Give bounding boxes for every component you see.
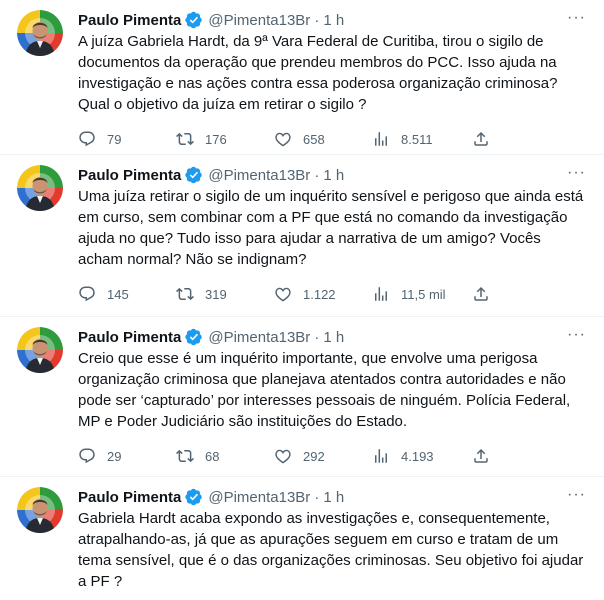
- avatar[interactable]: [17, 327, 63, 373]
- retweet-count: 176: [205, 131, 227, 147]
- more-horizontal-icon[interactable]: ···: [567, 10, 586, 26]
- like-count: 1.122: [303, 286, 336, 302]
- retweet-button[interactable]: 319: [176, 285, 274, 303]
- like-count: 658: [303, 131, 325, 147]
- more-horizontal-icon[interactable]: ···: [567, 487, 586, 503]
- tweet-header: Paulo Pimenta @Pimenta13Br · 1 h: [78, 165, 588, 185]
- heart-icon: [274, 447, 292, 465]
- tweet-text: Uma juíza retirar o sigilo de um inquéri…: [78, 188, 584, 268]
- reply-button[interactable]: 145: [78, 285, 176, 303]
- reply-count: 29: [107, 448, 122, 464]
- tweet-text: A juíza Gabriela Hardt, da 9ª Vara Feder…: [78, 33, 558, 113]
- avatar[interactable]: [17, 487, 63, 533]
- share-button[interactable]: [472, 285, 490, 303]
- views-count: 11,5 mil: [401, 286, 446, 302]
- reply-icon: [78, 285, 96, 303]
- views-button[interactable]: 4.193: [372, 447, 472, 465]
- views-count: 8.511: [401, 131, 433, 147]
- more-horizontal-icon[interactable]: ···: [567, 165, 586, 181]
- verified-badge-icon: [185, 166, 203, 184]
- share-icon: [472, 130, 490, 148]
- separator-dot: ·: [314, 328, 320, 346]
- reply-button[interactable]: 29: [78, 447, 176, 465]
- retweet-count: 319: [205, 286, 227, 302]
- reply-icon: [78, 130, 96, 148]
- verified-badge-icon: [185, 11, 203, 29]
- heart-icon: [274, 130, 292, 148]
- like-button[interactable]: 1.122: [274, 285, 372, 303]
- views-count: 4.193: [401, 448, 434, 464]
- share-button[interactable]: [472, 447, 490, 465]
- verified-badge-icon: [185, 488, 203, 506]
- views-button[interactable]: 8.511: [372, 130, 472, 148]
- tweet[interactable]: ··· Paulo Pimenta @Pimenta13Br · 1 h Uma…: [0, 155, 604, 317]
- timestamp[interactable]: 1 h: [323, 329, 344, 346]
- views-chart-icon: [372, 447, 390, 465]
- like-count: 292: [303, 448, 325, 464]
- tweet[interactable]: ··· Paulo Pimenta @Pimenta13Br · 1 h Gab…: [0, 477, 604, 600]
- tweet-header: Paulo Pimenta @Pimenta13Br · 1 h: [78, 10, 588, 30]
- retweet-count: 68: [205, 448, 220, 464]
- views-chart-icon: [372, 285, 390, 303]
- timestamp[interactable]: 1 h: [323, 12, 344, 29]
- retweet-button[interactable]: 176: [176, 130, 274, 148]
- views-button[interactable]: 11,5 mil: [372, 285, 472, 303]
- avatar[interactable]: [17, 165, 63, 211]
- retweet-icon: [176, 285, 194, 303]
- author-handle[interactable]: @Pimenta13Br: [208, 167, 310, 184]
- tweet-actions: 145 319 1.122 11,5 mil: [78, 274, 588, 314]
- share-icon: [472, 447, 490, 465]
- share-button[interactable]: [472, 130, 490, 148]
- tweet-text: Gabriela Hardt acaba expondo as investig…: [78, 510, 584, 590]
- author-name[interactable]: Paulo Pimenta: [78, 489, 181, 506]
- author-handle[interactable]: @Pimenta13Br: [208, 329, 310, 346]
- reply-icon: [78, 447, 96, 465]
- timestamp[interactable]: 1 h: [323, 489, 344, 506]
- reply-count: 145: [107, 286, 129, 302]
- tweet[interactable]: ··· Paulo Pimenta @Pimenta13Br · 1 h A j…: [0, 0, 604, 155]
- separator-dot: ·: [314, 166, 320, 184]
- tweet-actions: 79 176 658 8.511: [78, 119, 588, 159]
- tweet-actions: 29 68 292 4.193: [78, 436, 588, 476]
- author-name[interactable]: Paulo Pimenta: [78, 167, 181, 184]
- more-horizontal-icon[interactable]: ···: [567, 327, 586, 343]
- tweet[interactable]: ··· Paulo Pimenta @Pimenta13Br · 1 h Cre…: [0, 317, 604, 477]
- separator-dot: ·: [314, 11, 320, 29]
- tweet-header: Paulo Pimenta @Pimenta13Br · 1 h: [78, 487, 588, 507]
- reply-button[interactable]: 79: [78, 130, 176, 148]
- like-button[interactable]: 658: [274, 130, 372, 148]
- retweet-button[interactable]: 68: [176, 447, 274, 465]
- verified-badge-icon: [185, 328, 203, 346]
- timeline: ··· Paulo Pimenta @Pimenta13Br · 1 h A j…: [0, 0, 604, 600]
- heart-icon: [274, 285, 292, 303]
- separator-dot: ·: [314, 488, 320, 506]
- reply-count: 79: [107, 131, 122, 147]
- tweet-header: Paulo Pimenta @Pimenta13Br · 1 h: [78, 327, 588, 347]
- like-button[interactable]: 292: [274, 447, 372, 465]
- share-icon: [472, 285, 490, 303]
- avatar[interactable]: [17, 10, 63, 56]
- author-handle[interactable]: @Pimenta13Br: [208, 489, 310, 506]
- retweet-icon: [176, 130, 194, 148]
- views-chart-icon: [372, 130, 390, 148]
- tweet-text: Creio que esse é um inquérito importante…: [78, 350, 571, 430]
- timestamp[interactable]: 1 h: [323, 167, 344, 184]
- author-handle[interactable]: @Pimenta13Br: [208, 12, 310, 29]
- author-name[interactable]: Paulo Pimenta: [78, 12, 181, 29]
- author-name[interactable]: Paulo Pimenta: [78, 329, 181, 346]
- retweet-icon: [176, 447, 194, 465]
